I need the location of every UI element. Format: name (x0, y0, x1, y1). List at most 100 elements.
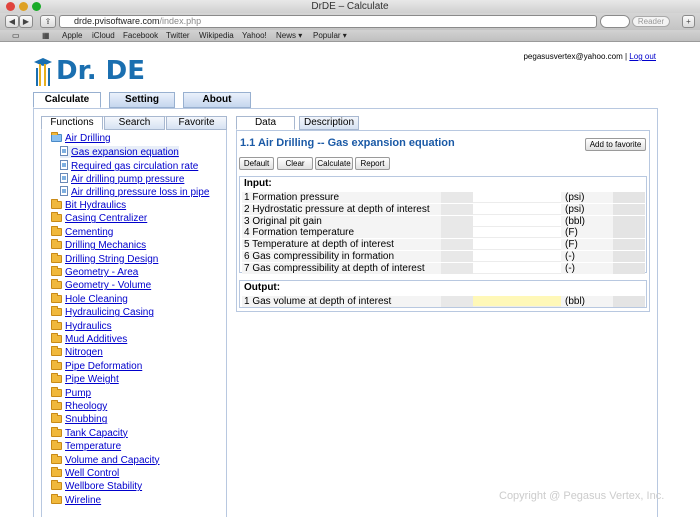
tree-folder[interactable]: Volume and Capacity (51, 453, 160, 467)
tree-folder-label[interactable]: Hole Cleaning (65, 294, 128, 305)
tree-folder[interactable]: Wellbore Stability (51, 480, 142, 493)
tree-folder[interactable]: Hydraulics (51, 319, 112, 333)
top-sites-icon[interactable]: ▦ (42, 30, 50, 42)
bookmark-facebook[interactable]: Facebook (123, 30, 158, 42)
bookmark-twitter[interactable]: Twitter (166, 30, 190, 42)
input-value-field[interactable] (473, 203, 561, 215)
tree-folder-label[interactable]: Temperature (65, 441, 121, 452)
tree-folder-label[interactable]: Air Drilling (65, 133, 111, 144)
tree-folder[interactable]: Pipe Weight (51, 373, 119, 386)
row-unit: (-) (565, 262, 575, 274)
reader-button[interactable]: Reader (632, 16, 670, 27)
input-value-field[interactable] (473, 192, 561, 203)
row-unit: (F) (565, 239, 578, 251)
tree-item-label[interactable]: Air drilling pump pressure (71, 174, 184, 185)
tree-folder[interactable]: Nitrogen (51, 346, 103, 359)
back-button[interactable]: ◀ (5, 15, 19, 28)
tree-folder-label[interactable]: Wellbore Stability (65, 481, 142, 492)
tab-calculate[interactable]: Calculate (33, 92, 101, 108)
browser-search-field[interactable] (600, 15, 630, 28)
tab-favorite[interactable]: Favorite (166, 116, 227, 130)
input-value-field[interactable] (473, 215, 561, 227)
bookmark-news[interactable]: News ▾ (276, 30, 302, 42)
sidebar-toggle-icon[interactable]: + (682, 15, 695, 28)
tree-item[interactable]: Air drilling pressure loss in pipe (60, 186, 209, 198)
tree-folder-label[interactable]: Hydraulics (65, 321, 112, 332)
tree-folder-label[interactable]: Nitrogen (65, 347, 103, 358)
input-value-field[interactable] (473, 262, 561, 274)
tree-folder-label[interactable]: Geometry - Volume (65, 280, 151, 291)
tree-folder-label[interactable]: Cementing (65, 227, 113, 238)
tree-folder[interactable]: Hydraulicing Casing (51, 306, 154, 319)
bookmark-apple[interactable]: Apple (62, 30, 82, 42)
tree-folder-label[interactable]: Wireline (65, 495, 101, 506)
tree-folder-label[interactable]: Bit Hydraulics (65, 200, 126, 211)
tree-folder[interactable]: Temperature (51, 440, 121, 453)
share-icon[interactable]: ⇪ (40, 15, 56, 28)
bookmark-yahoo[interactable]: Yahoo! (242, 30, 267, 42)
tree-folder-air-drilling[interactable]: Air Drilling (51, 132, 111, 145)
tree-folder-label[interactable]: Volume and Capacity (65, 455, 160, 466)
tree-folder[interactable]: Bit Hydraulics (51, 199, 126, 212)
tab-setting[interactable]: Setting (109, 92, 175, 108)
tree-folder[interactable]: Wireline (51, 493, 101, 507)
tab-description[interactable]: Description (299, 116, 359, 130)
tree-folder[interactable]: Geometry - Area (51, 266, 138, 279)
tree-folder-label[interactable]: Pump (65, 388, 91, 399)
tree-folder[interactable]: Tank Capacity (51, 426, 128, 440)
reading-list-icon[interactable]: ▭ (12, 30, 20, 42)
tree-folder-label[interactable]: Rheology (65, 401, 107, 412)
tree-folder[interactable]: Hole Cleaning (51, 292, 128, 306)
tree-folder[interactable]: Geometry - Volume (51, 279, 151, 292)
tab-functions[interactable]: Functions (41, 116, 103, 130)
tree-item-label[interactable]: Air drilling pressure loss in pipe (71, 187, 209, 198)
logout-link[interactable]: Log out (629, 52, 656, 61)
address-bar[interactable]: drde.pvisoftware.com/index.php (59, 15, 597, 28)
tree-folder-label[interactable]: Pipe Weight (65, 374, 119, 385)
minimize-window-icon[interactable] (19, 2, 28, 11)
input-value-field[interactable] (473, 239, 561, 251)
report-button[interactable]: Report (355, 157, 390, 170)
clear-button[interactable]: Clear (277, 157, 313, 170)
tree-folder[interactable]: Well Control (51, 467, 119, 480)
tree-folder[interactable]: Drilling String Design (51, 252, 158, 266)
tree-folder[interactable]: Mud Additives (51, 333, 127, 346)
tree-folder[interactable]: Drilling Mechanics (51, 239, 146, 252)
tree-folder[interactable]: Pump (51, 386, 91, 400)
tree-folder-label[interactable]: Well Control (65, 468, 119, 479)
tree-item-label[interactable]: Gas expansion equation (71, 147, 179, 158)
tree-folder-label[interactable]: Drilling Mechanics (65, 240, 146, 251)
tree-item[interactable]: Required gas circulation rate (60, 160, 198, 172)
tree-folder-label[interactable]: Snubbing (65, 414, 107, 425)
tree-folder-label[interactable]: Hydraulicing Casing (65, 307, 154, 318)
tab-about[interactable]: About (183, 92, 251, 108)
bookmark-popular[interactable]: Popular ▾ (313, 30, 347, 42)
tab-data[interactable]: Data (236, 116, 295, 130)
forward-button[interactable]: ▶ (19, 15, 33, 28)
tree-folder-label[interactable]: Drilling String Design (65, 254, 158, 265)
tree-folder[interactable]: Cementing (51, 225, 113, 239)
input-value-field[interactable] (473, 251, 561, 262)
zoom-window-icon[interactable] (32, 2, 41, 11)
tree-folder[interactable]: Rheology (51, 400, 107, 413)
tree-folder[interactable]: Pipe Deformation (51, 359, 142, 373)
close-window-icon[interactable] (6, 2, 15, 11)
input-value-field[interactable] (473, 227, 561, 239)
tree-folder-label[interactable]: Tank Capacity (65, 428, 128, 439)
tree-folder[interactable]: Snubbing (51, 413, 107, 426)
tree-item[interactable]: Air drilling pump pressure (60, 173, 184, 185)
bookmark-icloud[interactable]: iCloud (92, 30, 115, 42)
tree-item[interactable]: Gas expansion equation (60, 146, 179, 158)
add-to-favorite-button[interactable]: Add to favorite (585, 138, 646, 151)
calculate-button[interactable]: Calculate (315, 157, 353, 170)
tree-folder-label[interactable]: Pipe Deformation (65, 361, 142, 372)
tree-folder-label[interactable]: Geometry - Area (65, 267, 138, 278)
bookmark-wikipedia[interactable]: Wikipedia (199, 30, 234, 42)
tree-item-label[interactable]: Required gas circulation rate (71, 161, 198, 172)
tree-folder[interactable]: Casing Centralizer (51, 212, 147, 225)
row-unit: (bbl) (565, 215, 586, 227)
tab-search[interactable]: Search (104, 116, 165, 130)
tree-folder-label[interactable]: Mud Additives (65, 334, 127, 345)
default-button[interactable]: Default (239, 157, 274, 170)
tree-folder-label[interactable]: Casing Centralizer (65, 213, 147, 224)
